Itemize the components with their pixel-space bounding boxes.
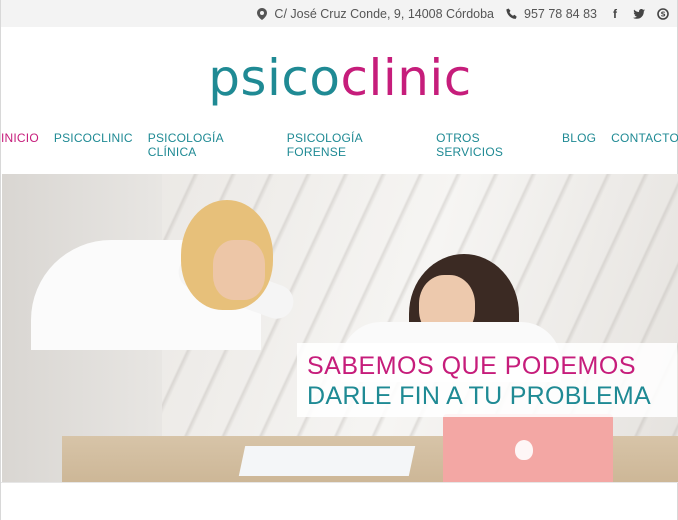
logo-part-psico: psico [208,49,341,107]
nav-item-contacto[interactable]: CONTACTO [611,131,678,159]
map-marker-icon [256,7,268,20]
nav-item-inicio[interactable]: INICIO [1,131,39,159]
nav-item-otros-servicios[interactable]: OTROS SERVICIOS [436,131,547,159]
photo-person-doctor-face [213,240,265,300]
hero-tagline: SABEMOS QUE PODEMOS DARLE FIN A TU PROBL… [297,343,677,417]
twitter-icon[interactable] [633,8,645,20]
nav-item-blog[interactable]: BLOG [562,131,596,159]
nav-item-psicologia-forense[interactable]: PSICOLOGÍA FORENSE [287,131,421,159]
tagline-line-2: DARLE FIN A TU PROBLEMA [307,382,652,410]
photo-laptop [443,414,613,482]
phone-icon [506,8,518,20]
logo-part-clinic: clinic [340,49,472,107]
site-logo[interactable]: psicoclinic [1,48,678,108]
top-bar: C/ José Cruz Conde, 9, 14008 Córdoba 957… [1,0,677,27]
social-links: f S [609,7,669,21]
phone-text: 957 78 84 83 [524,6,597,21]
facebook-icon[interactable]: f [609,7,621,21]
nav-item-psicoclinic[interactable]: PSICOCLINIC [54,131,133,159]
page: C/ José Cruz Conde, 9, 14008 Córdoba 957… [0,0,678,520]
phone-item[interactable]: 957 78 84 83 [506,7,597,21]
skype-icon[interactable]: S [657,7,669,20]
hero-paper [238,446,416,476]
address-text: C/ José Cruz Conde, 9, 14008 Córdoba [274,6,494,21]
section-divider [1,482,678,483]
apple-logo-icon [515,440,533,460]
nav-item-psicologia-clinica[interactable]: PSICOLOGÍA CLÍNICA [148,131,272,159]
main-nav: INICIO PSICOCLINIC PSICOLOGÍA CLÍNICA PS… [1,131,678,159]
tagline-line-1: SABEMOS QUE PODEMOS [307,352,637,380]
address-item: C/ José Cruz Conde, 9, 14008 Córdoba [256,7,494,21]
svg-text:S: S [661,10,666,18]
